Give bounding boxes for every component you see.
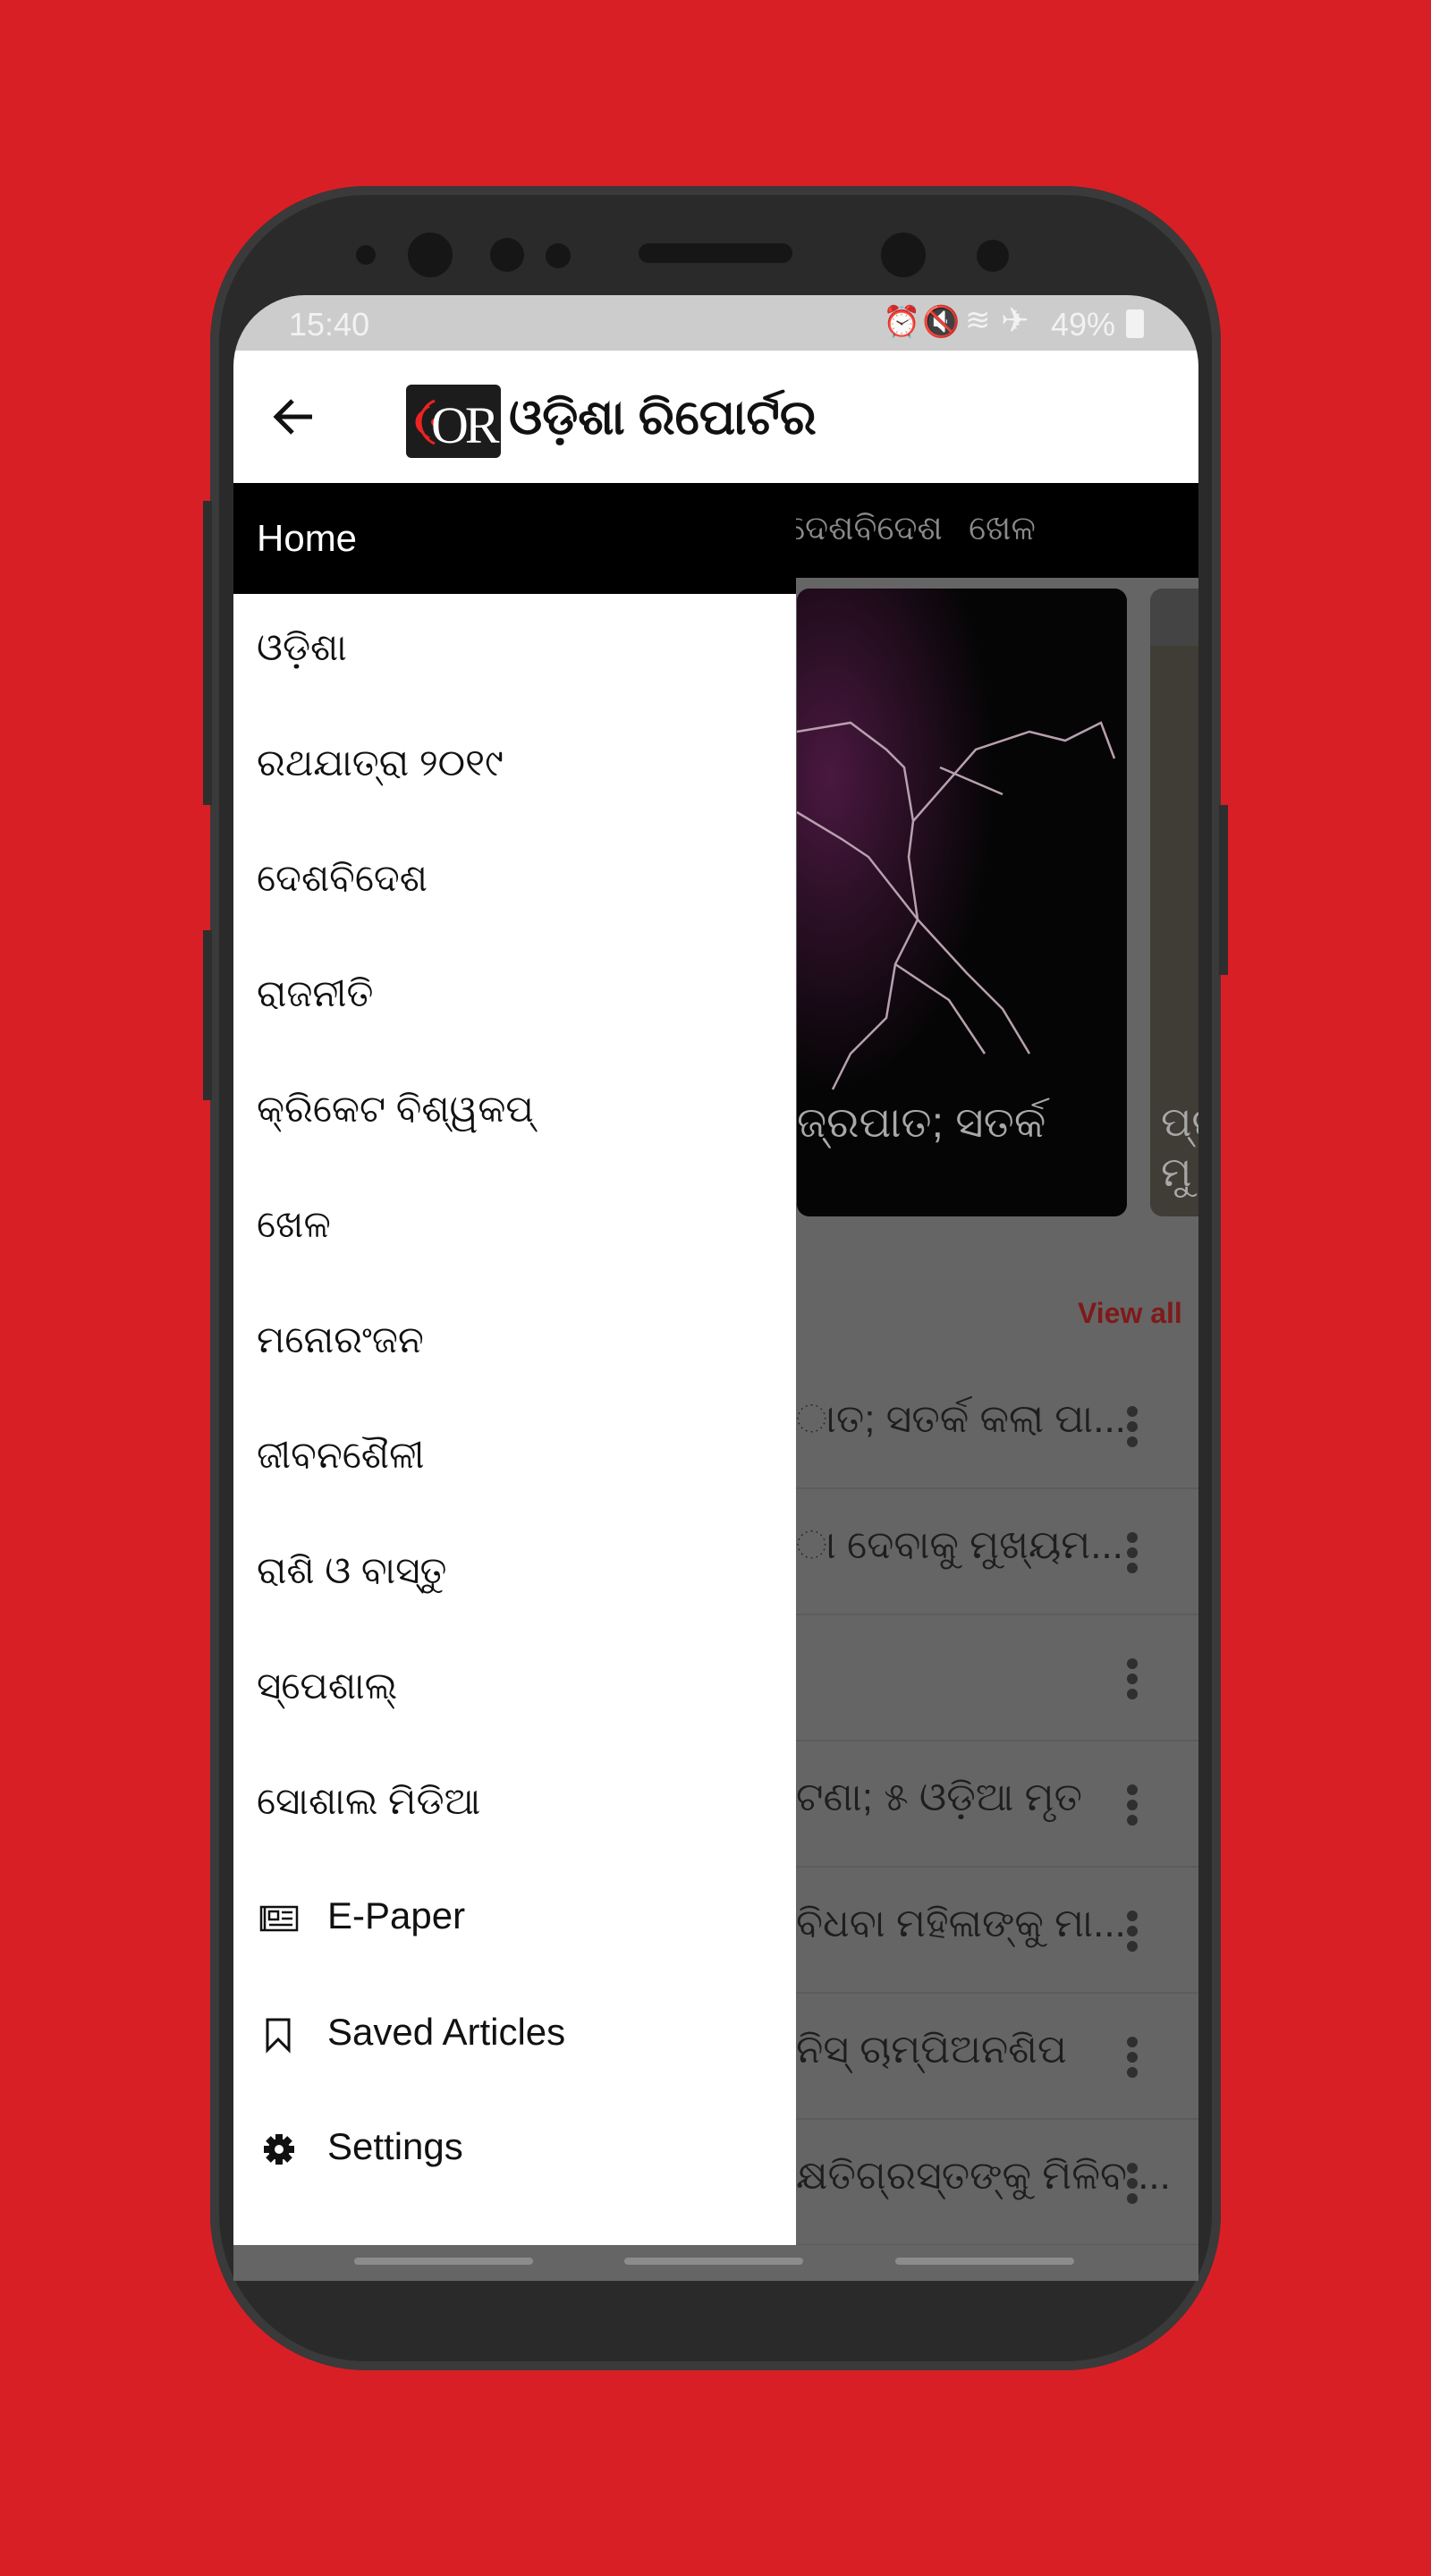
drawer-item-label: ଓଡ଼ିଶା <box>257 626 347 668</box>
article-title: ବିଧବା ମହିଳାଙ୍କୁ ମା... <box>796 1902 1126 1945</box>
logo-mark: OR <box>406 385 501 458</box>
more-vert-icon[interactable] <box>1127 2037 1138 2082</box>
bookmark-icon <box>266 2018 291 2054</box>
more-vert-icon[interactable] <box>1127 1532 1138 1578</box>
drawer-item-social-media[interactable]: ସୋଶାଲ ମିଡିଆ <box>233 1748 796 1863</box>
article-row[interactable]: ା ଦେବାକୁ ମୁଖ୍ୟମ... <box>796 1489 1198 1615</box>
mute-icon: 🔇 <box>922 305 961 339</box>
nav-back-button[interactable] <box>895 2258 1074 2265</box>
tab-deshabidesha[interactable]: ଦେଶବିଦେଶ <box>788 510 943 548</box>
logo-mark-text: OR <box>431 396 500 454</box>
drawer-item-deshabidesha[interactable]: ଦେଶବିଦେଶ <box>233 825 796 940</box>
drawer-item-label: ରଥଯାତ୍ରା ୨୦୧୯ <box>257 741 504 784</box>
volume-button <box>203 501 212 805</box>
drawer-item-label: ମନୋରଂଜନ <box>257 1318 424 1360</box>
drawer-item-saved-articles[interactable]: Saved Articles <box>233 1977 796 2092</box>
drawer-item-label: Saved Articles <box>327 2011 566 2053</box>
drawer-item-jibanashaili[interactable]: ଜୀବନଶୈଳୀ <box>233 1402 796 1517</box>
bixby-button <box>203 930 212 1100</box>
drawer-item-label: E-Paper <box>327 1894 466 1936</box>
featured-card-title: ଜ୍ରପାତ; ସତର୍କ <box>797 1099 1046 1147</box>
drawer-item-label: ଜୀବନଶୈଳୀ <box>257 1434 425 1476</box>
nav-home-button[interactable] <box>624 2258 803 2265</box>
article-row[interactable]: ଟଣା; ୫ ଓଡ଼ିଆ ମୃତ <box>796 1741 1198 1868</box>
drawer-item-label: ସ୍ପେଶାଲ୍ <box>257 1665 398 1707</box>
drawer-item-settings[interactable]: Settings <box>233 2091 796 2207</box>
article-row[interactable]: ାତ; ସତର୍କ କଲା ପା... <box>796 1363 1198 1489</box>
featured-card[interactable]: ପ୍ର ମୁ <box>1150 589 1198 1216</box>
app-bar: OR ଓଡ଼ିଶା ରିପୋର୍ଟର <box>233 351 1198 483</box>
battery-charging-icon <box>1126 309 1144 338</box>
status-time: 15:40 <box>289 306 370 343</box>
earpiece <box>639 243 792 263</box>
drawer-item-label: କ୍ରିକେଟ ବିଶ୍ୱକପ୍ <box>257 1088 534 1130</box>
drawer-item-cricket-worldcup[interactable]: କ୍ରିକେଟ ବିଶ୍ୱକପ୍ <box>233 1055 796 1171</box>
featured-card[interactable]: ଜ୍ରପାତ; ସତର୍କ <box>797 589 1127 1216</box>
more-vert-icon[interactable] <box>1127 1658 1138 1704</box>
article-title: ଟଣା; ୫ ଓଡ଼ିଆ ମୃତ <box>796 1775 1082 1819</box>
drawer-item-rajaniti[interactable]: ରାଜନୀତି <box>233 940 796 1055</box>
newspaper-icon <box>259 1905 299 1932</box>
drawer-item-label: ରାଶି ଓ ବାସ୍ତୁ <box>257 1549 447 1591</box>
article-row[interactable]: ନିସ୍ ଚାମ୍ପିଅନଶିପ <box>796 1994 1198 2120</box>
sensor <box>356 245 376 265</box>
wifi-icon: ≋ <box>965 303 991 337</box>
article-title: କ୍ଷତିଗ୍ରସ୍ତଙ୍କୁ ମିଳିବ ... <box>796 2154 1171 2198</box>
drawer-item-home[interactable]: Home <box>233 483 796 594</box>
drawer-item-label: ଦେଶବିଦେଶ <box>257 857 428 899</box>
sensor <box>977 240 1009 272</box>
app-logo-text: ଓଡ଼ିଶା ରିପୋର୍ଟର <box>509 391 817 445</box>
article-title: ା ଦେବାକୁ ମୁଖ୍ୟମ... <box>796 1523 1123 1567</box>
article-row[interactable] <box>796 1615 1198 1741</box>
more-vert-icon[interactable] <box>1127 1911 1138 1956</box>
article-row[interactable]: କ୍ଷତିଗ୍ରସ୍ତଙ୍କୁ ମିଳିବ ... <box>796 2120 1198 2246</box>
drawer-item-special[interactable]: ସ୍ପେଶାଲ୍ <box>233 1632 796 1748</box>
view-all-link[interactable]: View all <box>1078 1297 1182 1330</box>
tab-khela[interactable]: ଖେଳ <box>969 510 1036 548</box>
status-bar: 15:40 ⏰ 🔇 ≋ ✈ 49% <box>233 295 1198 351</box>
featured-card-title: ପ୍ର ମୁ <box>1161 1098 1198 1195</box>
drawer-item-label: ଖେଳ <box>257 1203 331 1245</box>
drawer-home-label: Home <box>257 517 358 559</box>
more-vert-icon[interactable] <box>1127 2163 1138 2208</box>
drawer-item-odisha[interactable]: ଓଡ଼ିଶା <box>233 594 796 709</box>
more-vert-icon[interactable] <box>1127 1406 1138 1452</box>
article-title: ନିସ୍ ଚାମ୍ପିଅନଶିପ <box>796 2028 1067 2072</box>
more-vert-icon[interactable] <box>1127 1784 1138 1830</box>
drawer-item-manoranjan[interactable]: ମନୋରଂଜନ <box>233 1286 796 1402</box>
nav-recents-button[interactable] <box>354 2258 533 2265</box>
drawer-item-label: ରାଜନୀତି <box>257 972 374 1014</box>
drawer-item-rathayatra[interactable]: ରଥଯାତ୍ରା ୨୦୧୯ <box>233 709 796 825</box>
article-title: ାତ; ସତର୍କ କଲା ପା... <box>796 1397 1126 1441</box>
article-row[interactable]: ବିଧବା ମହିଳାଙ୍କୁ ମା... <box>796 1868 1198 1994</box>
sensor <box>546 243 571 268</box>
arrow-left-icon[interactable] <box>273 397 316 436</box>
airplane-icon: ✈ <box>1001 302 1029 340</box>
sensor <box>490 238 524 272</box>
gear-icon <box>264 2134 294 2165</box>
camera <box>881 233 926 277</box>
navigation-drawer: Home ଓଡ଼ିଶା ରଥଯାତ୍ରା ୨୦୧୯ ଦେଶବିଦେଶ ରାଜନୀ… <box>233 483 796 2245</box>
alarm-icon: ⏰ <box>883 305 921 339</box>
power-button <box>1219 805 1228 975</box>
drawer-item-epaper[interactable]: E-Paper <box>233 1860 796 1976</box>
camera <box>408 233 453 277</box>
system-navigation-bar <box>233 2245 1198 2281</box>
drawer-item-label: Settings <box>327 2125 463 2167</box>
drawer-item-label: ସୋଶାଲ ମିଡିଆ <box>257 1780 481 1822</box>
drawer-item-khela[interactable]: ଖେଳ <box>233 1171 796 1286</box>
battery-percent: 49% <box>1051 306 1116 343</box>
drawer-item-rashi-bastu[interactable]: ରାଶି ଓ ବାସ୍ତୁ <box>233 1517 796 1632</box>
screen: 15:40 ⏰ 🔇 ≋ ✈ 49% OR ଓଡ଼ିଶା ରିପୋର୍ଟର ଦେଶ… <box>233 295 1198 2281</box>
